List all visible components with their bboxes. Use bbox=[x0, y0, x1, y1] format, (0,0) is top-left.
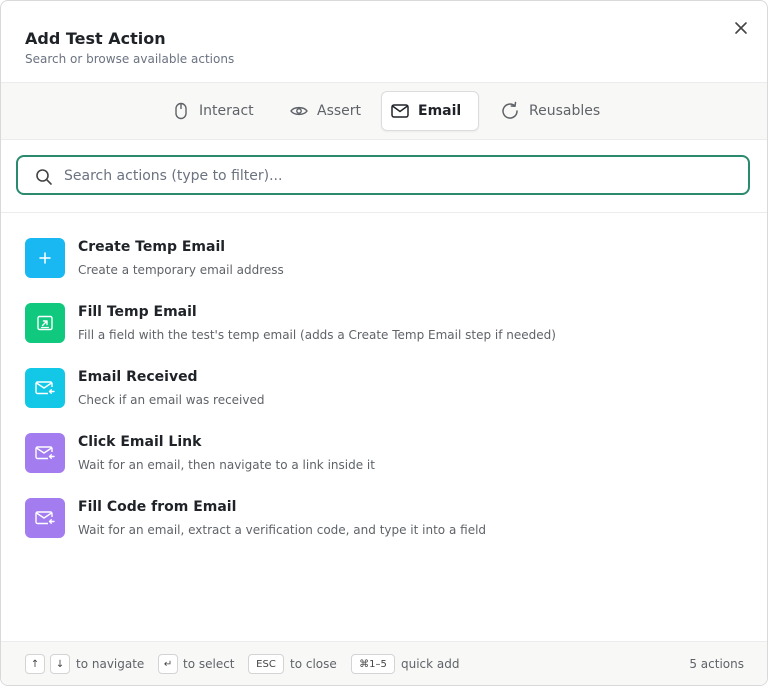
mouse-icon bbox=[175, 102, 187, 120]
action-email-received[interactable]: Email Received Check if an email was rec… bbox=[25, 361, 745, 409]
dialog-header: Add Test Action Search or browse availab… bbox=[1, 1, 767, 83]
search-box[interactable] bbox=[16, 155, 750, 195]
action-fill-temp-email[interactable]: Fill Temp Email Fill a field with the te… bbox=[25, 296, 745, 344]
action-create-temp-email[interactable]: Create Temp Email Create a temporary ema… bbox=[25, 231, 745, 279]
tab-label: Interact bbox=[199, 103, 254, 119]
plus-icon bbox=[25, 238, 65, 278]
action-description: Create a temporary email address bbox=[78, 263, 284, 277]
add-test-action-dialog: Add Test Action Search or browse availab… bbox=[0, 0, 768, 686]
mail-link-icon bbox=[25, 433, 65, 473]
hint-select: to select bbox=[183, 657, 235, 671]
tab-label: Assert bbox=[317, 103, 362, 119]
action-title: Fill Temp Email bbox=[78, 304, 197, 320]
key-enter: ↵ bbox=[158, 654, 178, 674]
action-title: Click Email Link bbox=[78, 434, 202, 450]
tab-label: Reusables bbox=[529, 103, 601, 119]
action-title: Fill Code from Email bbox=[78, 499, 237, 515]
action-description: Fill a field with the test's temp email … bbox=[78, 328, 556, 342]
action-description: Wait for an email, extract a verificatio… bbox=[78, 523, 487, 537]
envelope-icon bbox=[391, 104, 409, 118]
tab-reusables[interactable]: Reusables bbox=[491, 91, 608, 131]
action-fill-code-from-email[interactable]: Fill Code from Email Wait for an email, … bbox=[25, 491, 745, 539]
dialog-subtitle: Search or browse available actions bbox=[25, 52, 235, 66]
action-title: Create Temp Email bbox=[78, 239, 226, 255]
action-description: Check if an email was received bbox=[78, 393, 265, 407]
keyboard-hints-footer: ↑ ↓ to navigate ↵ to select ESC to close… bbox=[1, 641, 767, 685]
close-button[interactable] bbox=[730, 17, 752, 39]
key-up: ↑ bbox=[25, 654, 45, 674]
hint-quick-add: quick add bbox=[401, 657, 460, 671]
action-description: Wait for an email, then navigate to a li… bbox=[78, 458, 375, 472]
search-icon bbox=[36, 169, 52, 185]
mail-received-icon bbox=[25, 368, 65, 408]
refresh-icon bbox=[502, 101, 518, 119]
tab-label: Email bbox=[418, 103, 462, 119]
key-quick-add: ⌘1–5 bbox=[351, 654, 395, 674]
tab-email[interactable]: Email bbox=[381, 91, 479, 131]
tab-interact[interactable]: Interact bbox=[163, 91, 262, 131]
close-icon bbox=[735, 22, 747, 34]
hint-navigate: to navigate bbox=[76, 657, 145, 671]
action-title: Email Received bbox=[78, 369, 198, 385]
action-count: 5 actions bbox=[689, 657, 744, 671]
key-down: ↓ bbox=[50, 654, 70, 674]
search-input[interactable] bbox=[62, 163, 726, 189]
eye-icon bbox=[290, 106, 308, 116]
fill-field-icon bbox=[25, 303, 65, 343]
key-esc: ESC bbox=[248, 654, 284, 674]
tab-assert[interactable]: Assert bbox=[281, 91, 369, 131]
hint-close: to close bbox=[290, 657, 337, 671]
mail-code-icon bbox=[25, 498, 65, 538]
dialog-title: Add Test Action bbox=[25, 29, 166, 48]
search-area bbox=[1, 140, 767, 213]
tab-bar: Interact Assert Email Reusables bbox=[1, 83, 767, 140]
action-click-email-link[interactable]: Click Email Link Wait for an email, then… bbox=[25, 426, 745, 474]
